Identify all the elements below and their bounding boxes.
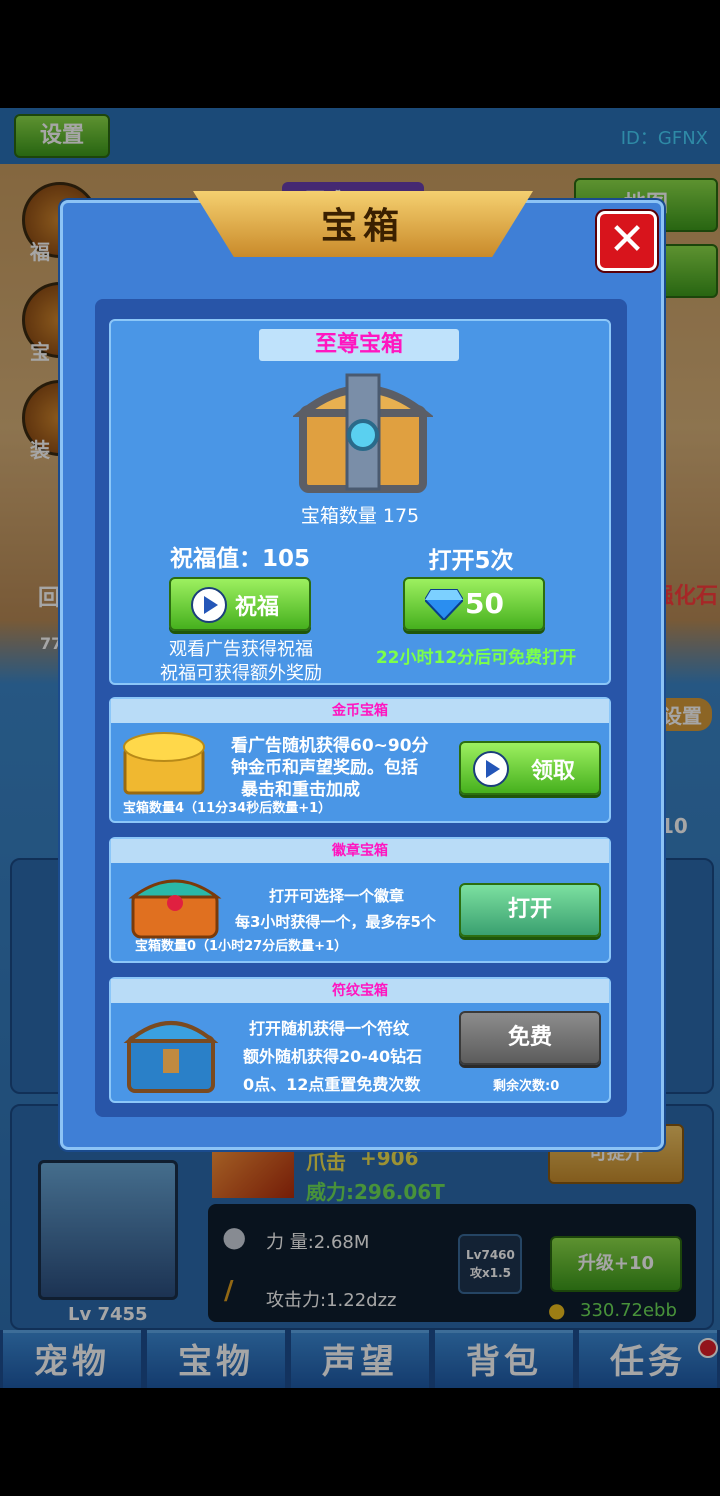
supreme-chest-icon — [293, 373, 433, 493]
gold-chest-card: 金币宝箱 看广告随机获得60~90分 钟金币和声望奖励。包括 暴击和重击加成 宝… — [109, 697, 611, 823]
badge-desc-2: 每3小时获得一个，最多存5个 — [235, 913, 436, 931]
badge-chest-count: 宝箱数量0（1小时27分后数量+1） — [135, 939, 348, 954]
play-icon — [191, 587, 227, 623]
badge-chest-icon — [128, 879, 222, 939]
close-button[interactable]: ✕ — [597, 211, 657, 271]
free-open-timer: 22小时12分后可免费打开 — [375, 648, 577, 668]
rune-desc-3: 0点、12点重置免费次数 — [243, 1075, 421, 1094]
badge-desc-1: 打开可选择一个徽章 — [269, 887, 405, 905]
gold-chest-icon — [123, 732, 205, 795]
bless-button[interactable]: 祝福 — [169, 577, 311, 631]
claim-button-label: 领取 — [531, 759, 576, 784]
bless-desc-1: 观看广告获得祝福 — [169, 639, 313, 660]
diamond-icon — [425, 589, 463, 620]
supreme-chest-count: 宝箱数量 175 — [300, 505, 420, 527]
supreme-chest-label: 至尊宝箱 — [259, 329, 459, 361]
modal-title: 宝箱 — [320, 206, 405, 247]
blessing-value: 祝福值：105 — [169, 546, 310, 572]
open-badge-button[interactable]: 打开 — [459, 883, 601, 937]
rune-chest-label: 符纹宝箱 — [111, 979, 609, 1003]
remaining-count: 剩余次数:0 — [493, 1079, 560, 1094]
play-icon — [473, 751, 509, 787]
diamond-price: 50 — [465, 587, 504, 620]
open-times-label: 打开5次 — [428, 548, 514, 574]
rune-chest-icon — [123, 1021, 219, 1093]
gold-chest-label: 金币宝箱 — [111, 699, 609, 723]
rune-desc-1: 打开随机获得一个符纹 — [249, 1019, 410, 1038]
open-with-diamond-button[interactable]: 50 — [403, 577, 545, 631]
chest-modal: 宝箱 ✕ 至尊宝箱 宝箱数量 175 祝福值：105 打开5次 祝福 50 观看… — [60, 191, 664, 1150]
claim-button[interactable]: 领取 — [459, 741, 601, 795]
gold-chest-count: 宝箱数量4（11分34秒后数量+1） — [123, 801, 332, 816]
supreme-chest-card: 至尊宝箱 宝箱数量 175 祝福值：105 打开5次 祝福 50 观看广告获得祝… — [109, 319, 611, 685]
badge-chest-card: 徽章宝箱 打开可选择一个徽章 每3小时获得一个，最多存5个 宝箱数量0（1小时2… — [109, 837, 611, 963]
game-screen: 设置 ID：GFNX 地图 [困难]2564 福 宝 装 回 强化石 77 设置… — [0, 108, 720, 1388]
rune-chest-card: 符纹宝箱 打开随机获得一个符纹 额外随机获得20-40钻石 0点、12点重置免费… — [109, 977, 611, 1103]
modal-body: 至尊宝箱 宝箱数量 175 祝福值：105 打开5次 祝福 50 观看广告获得祝… — [95, 299, 627, 1117]
bless-button-label: 祝福 — [235, 595, 280, 620]
rune-desc-2: 额外随机获得20-40钻石 — [243, 1047, 423, 1066]
bless-desc-2: 祝福可获得额外奖励 — [160, 663, 322, 684]
free-rune-button[interactable]: 免费 — [459, 1011, 601, 1065]
badge-chest-label: 徽章宝箱 — [111, 839, 609, 863]
